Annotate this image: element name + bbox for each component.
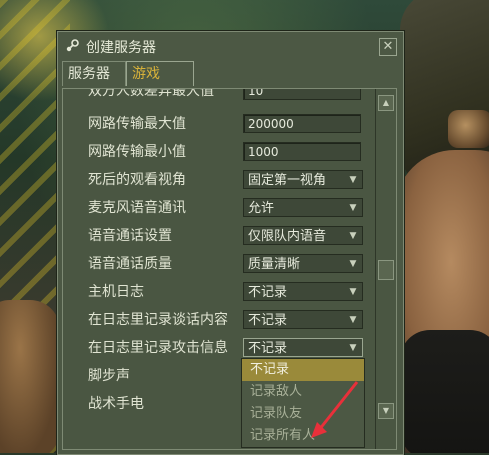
row-team-diff-max: 双方人数差异最大值 10 (88, 88, 368, 102)
select-value: 仅限队内语音 (248, 229, 327, 244)
voice-quality-select[interactable]: 质量清晰 ▼ (243, 254, 363, 273)
annotation-arrow-icon (311, 381, 359, 438)
net-min-field[interactable]: 1000 (243, 142, 361, 161)
row-log-attack: 在日志里记录攻击信息 不记录 ▼ (88, 337, 368, 359)
select-value: 不记录 (248, 285, 288, 300)
row-label: 语音通话设置 (88, 228, 172, 244)
row-label: 死后的观看视角 (88, 172, 186, 188)
row-label: 在日志里记录攻击信息 (88, 340, 228, 356)
row-net-min: 网路传输最小值 1000 (88, 141, 368, 163)
host-log-select[interactable]: 不记录 ▼ (243, 282, 363, 301)
row-label: 网路传输最小值 (88, 144, 186, 160)
select-value: 不记录 (248, 313, 288, 328)
row-label: 网路传输最大值 (88, 116, 186, 132)
select-value: 不记录 (248, 341, 288, 356)
select-value: 允许 (248, 201, 275, 216)
row-label: 在日志里记录谈话内容 (88, 312, 228, 328)
scroll-up-arrow-icon[interactable]: ▲ (378, 95, 394, 111)
row-label: 战术手电 (88, 396, 144, 412)
row-voice-setting: 语音通话设置 仅限队内语音 ▼ (88, 225, 368, 247)
chevron-down-icon[interactable]: ▼ (347, 255, 359, 272)
tab-server[interactable]: 服务器 (62, 61, 126, 86)
steam-icon (64, 38, 80, 54)
row-mic-voice: 麦克风语音通讯 允许 ▼ (88, 197, 368, 219)
close-button[interactable]: ✕ (379, 38, 397, 56)
row-label: 脚步声 (88, 368, 130, 384)
row-label: 麦克风语音通讯 (88, 200, 186, 216)
select-value: 质量清晰 (248, 257, 301, 272)
title-bar[interactable]: 创建服务器 ✕ (58, 32, 403, 60)
log-chat-select[interactable]: 不记录 ▼ (243, 310, 363, 329)
row-voice-quality: 语音通话质量 质量清晰 ▼ (88, 253, 368, 275)
chevron-down-icon[interactable]: ▼ (347, 227, 359, 244)
tab-game[interactable]: 游戏 (126, 61, 194, 86)
scroll-thumb[interactable] (378, 260, 394, 280)
chevron-down-icon[interactable]: ▼ (347, 171, 359, 188)
chevron-down-icon[interactable]: ▼ (347, 311, 359, 328)
row-label: 主机日志 (88, 284, 144, 300)
log-attack-select[interactable]: 不记录 ▼ (243, 338, 363, 357)
mic-voice-select[interactable]: 允许 ▼ (243, 198, 363, 217)
death-view-select[interactable]: 固定第一视角 ▼ (243, 170, 363, 189)
net-max-field[interactable]: 200000 (243, 114, 361, 133)
vertical-scrollbar[interactable]: ▲ ▼ (375, 89, 394, 449)
row-log-chat: 在日志里记录谈话内容 不记录 ▼ (88, 309, 368, 331)
soldier-mask-art (400, 330, 489, 453)
select-value: 固定第一视角 (248, 173, 327, 188)
chevron-down-icon[interactable]: ▼ (347, 199, 359, 216)
row-label: 双方人数差异最大值 (88, 88, 214, 99)
voice-setting-select[interactable]: 仅限队内语音 ▼ (243, 226, 363, 245)
scroll-down-arrow-icon[interactable]: ▼ (378, 403, 394, 419)
chevron-down-icon[interactable]: ▼ (347, 339, 359, 356)
row-label: 语音通话质量 (88, 256, 172, 272)
row-death-view: 死后的观看视角 固定第一视角 ▼ (88, 169, 368, 191)
team-diff-max-field[interactable]: 10 (243, 89, 361, 100)
soldier-goggle-art (448, 110, 489, 148)
row-host-log: 主机日志 不记录 ▼ (88, 281, 368, 303)
row-net-max: 网路传输最大值 200000 (88, 113, 368, 135)
soldier-arm-art (0, 300, 60, 453)
window-title: 创建服务器 (86, 40, 156, 56)
chevron-down-icon[interactable]: ▼ (347, 283, 359, 300)
